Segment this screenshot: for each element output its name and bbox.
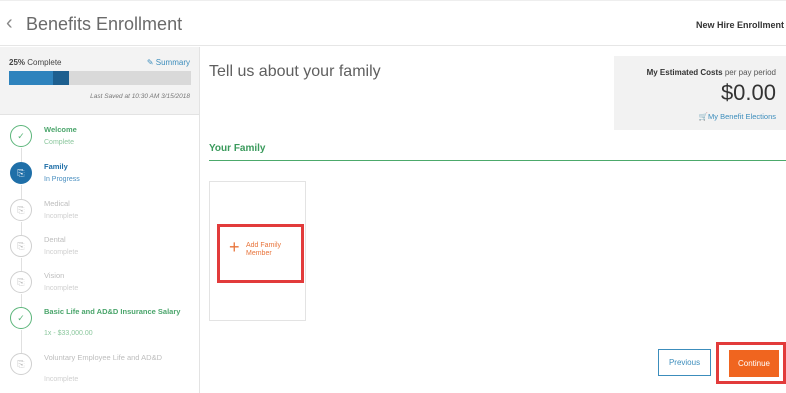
edit-icon: ✎ <box>146 58 154 67</box>
sidebar: 25% Complete ✎ Summary Last Saved at 10:… <box>0 47 200 393</box>
continue-highlight: Continue <box>716 342 786 384</box>
step-status: In Progress <box>44 176 80 183</box>
check-icon: ✓ <box>10 307 32 329</box>
progress-percent: 25% Complete <box>9 58 62 67</box>
estimated-costs-amount: $0.00 <box>720 80 776 105</box>
step-status: Incomplete <box>44 213 79 220</box>
step-status: Incomplete <box>44 249 79 256</box>
progress-bar <box>9 71 191 85</box>
step-name: Medical <box>44 199 70 208</box>
add-family-member-label: Add Family Member <box>246 242 282 257</box>
sidebar-step-basic[interactable]: ✓ Basic Life and AD&D Insurance Salary 1x … <box>0 303 199 341</box>
previous-button[interactable]: Previous <box>658 349 711 376</box>
summary-link[interactable]: ✎ Summary <box>147 58 190 67</box>
step-status: 1x - $33,000.00 <box>44 330 93 337</box>
last-saved-text: Last Saved at 10:30 AM 3/15/2018 <box>90 93 190 100</box>
continue-button[interactable]: Continue <box>729 350 779 377</box>
clipboard-icon: ⎘ <box>10 353 32 375</box>
clipboard-icon: ⎘ <box>10 271 32 293</box>
step-status: Complete <box>44 139 74 146</box>
progress-bar-fill <box>9 71 70 85</box>
progress-panel: 25% Complete ✎ Summary Last Saved at 10:… <box>0 47 199 115</box>
clipboard-icon: ⎘ <box>10 235 32 257</box>
sidebar-step-vision[interactable]: ⎘ Vision Incomplete <box>0 267 199 305</box>
step-name: Vision <box>44 271 65 280</box>
step-status: Incomplete <box>44 376 79 383</box>
step-name: Dental <box>44 235 66 244</box>
check-icon: ✓ <box>10 125 32 147</box>
step-name: Welcome <box>44 125 77 134</box>
cart-icon: 🛒 <box>698 112 709 121</box>
step-name: Voluntary Employee Life and AD&D <box>44 353 162 362</box>
step-name: Family <box>44 162 68 171</box>
step-name: Basic Life and AD&D Insurance Salary <box>44 307 181 316</box>
section-title-your-family: Your Family <box>209 143 266 154</box>
clipboard-icon: ⎘ <box>10 199 32 221</box>
plus-icon: + <box>229 237 240 257</box>
add-family-member-button[interactable]: + Add Family Member <box>217 224 304 283</box>
step-status: Incomplete <box>44 285 79 292</box>
top-bar: ‹ Benefits Enrollment New Hire Enrollmen… <box>0 0 786 46</box>
estimated-costs-label: My Estimated Costs per pay period <box>646 68 776 77</box>
chevron-left-icon[interactable]: ‹ <box>6 13 13 33</box>
section-divider <box>209 160 786 161</box>
enrollment-type-label: New Hire Enrollment <box>695 20 784 30</box>
sidebar-step-voluntary[interactable]: ⎘ Voluntary Employee Life and AD&D Incompl… <box>0 349 199 387</box>
sidebar-step-dental[interactable]: ⎘ Dental Incomplete <box>0 231 199 269</box>
sidebar-step-medical[interactable]: ⎘ Medical Incomplete <box>0 195 199 233</box>
page-title: Benefits Enrollment <box>26 14 183 34</box>
estimated-costs-panel: My Estimated Costs per pay period $0.00 … <box>614 56 786 130</box>
main-heading: Tell us about your family <box>209 63 381 80</box>
clipboard-icon: ⎘ <box>10 162 32 184</box>
benefit-elections-link[interactable]: 🛒My Benefit Elections <box>699 112 776 121</box>
sidebar-step-family[interactable]: ⎘ Family In Progress <box>0 158 199 196</box>
sidebar-step-welcome[interactable]: ✓ Welcome Complete <box>0 121 199 159</box>
